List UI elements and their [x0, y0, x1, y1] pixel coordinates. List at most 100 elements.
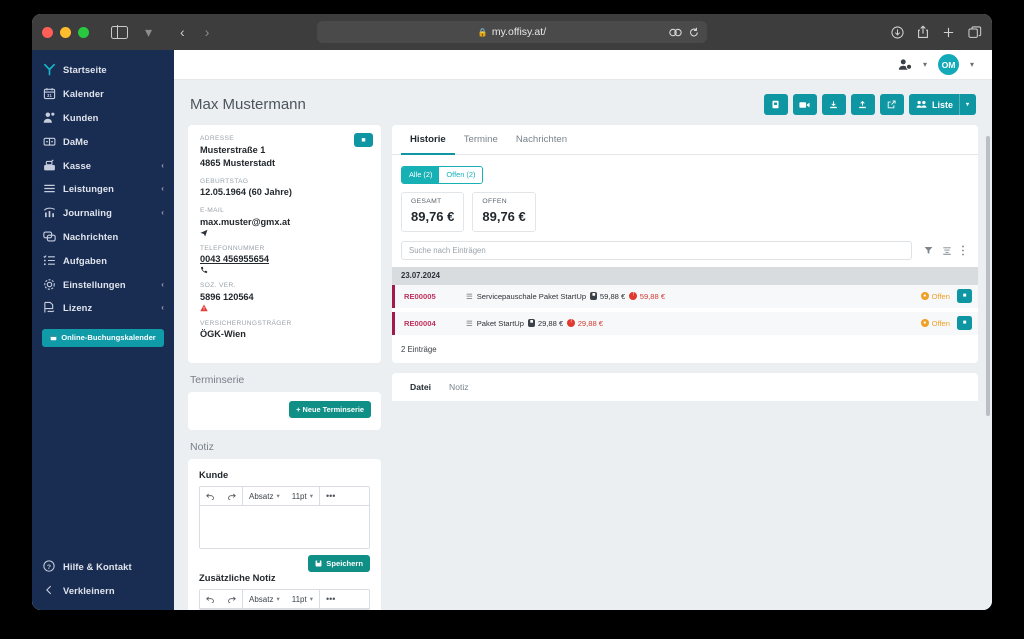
- chevron-expand-icon[interactable]: ‹: [161, 280, 164, 289]
- undo-icon: [206, 492, 215, 500]
- sidebar-item-einstellungen[interactable]: Einstellungen‹: [32, 272, 174, 296]
- row-dropdown-button[interactable]: ■: [957, 316, 972, 330]
- panel-tabs: HistorieTermineNachrichten: [392, 125, 978, 155]
- reader-view-icon[interactable]: [669, 27, 682, 38]
- tasks-icon: [43, 254, 60, 267]
- filter-icon[interactable]: [924, 246, 933, 255]
- sidebar-item-verkleinern[interactable]: Verkleinern: [32, 578, 174, 602]
- customer-menu-button[interactable]: ■: [354, 133, 373, 147]
- chevron-expand-icon[interactable]: ‹: [161, 303, 164, 312]
- liste-button[interactable]: Liste ▾: [909, 94, 976, 115]
- sidebar-toggle-icon[interactable]: [111, 26, 128, 39]
- sidebar-item-label: Kalender: [60, 88, 164, 99]
- amount-total-chip: ■29,88 €: [528, 319, 563, 328]
- undo-button[interactable]: [200, 590, 221, 609]
- home-y-icon: [43, 63, 60, 76]
- neue-terminserie-button[interactable]: + Neue Terminserie: [289, 401, 371, 418]
- row-dropdown-button[interactable]: ■: [957, 289, 972, 303]
- reload-icon[interactable]: [689, 27, 699, 38]
- sidebar-item-startseite[interactable]: Startseite: [32, 58, 174, 82]
- sidebar-item-lizenz[interactable]: Lizenz‹: [32, 296, 174, 320]
- avatar[interactable]: OM: [938, 54, 959, 75]
- plus-icon[interactable]: [942, 26, 955, 39]
- sidebar-item-dame[interactable]: DaMe: [32, 129, 174, 153]
- content-scrollbar[interactable]: [986, 136, 990, 416]
- paragraph-style-select[interactable]: Absatz ▾: [243, 492, 286, 501]
- video-button[interactable]: [793, 94, 817, 115]
- send-icon[interactable]: [200, 229, 369, 237]
- table-row[interactable]: RE00005☰Servicepauschale Paket StartUp■5…: [392, 285, 978, 308]
- card-icon: ■: [528, 319, 535, 327]
- chevron-left-icon: [43, 584, 60, 596]
- sidebar-item-leistungen[interactable]: Leistungen‹: [32, 177, 174, 201]
- phone-icon[interactable]: [200, 266, 369, 274]
- share-icon[interactable]: [917, 25, 929, 39]
- editor-more-button[interactable]: •••: [320, 487, 341, 506]
- lower-tab-notiz[interactable]: Notiz: [440, 373, 478, 401]
- kebab-icon[interactable]: [961, 245, 965, 256]
- tab-historie[interactable]: Historie: [401, 125, 455, 155]
- download-button[interactable]: [822, 94, 846, 115]
- download-icon[interactable]: [891, 26, 904, 39]
- chevron-expand-icon[interactable]: ‹: [161, 208, 164, 217]
- sidebar-item-aufgaben[interactable]: Aufgaben: [32, 248, 174, 272]
- paragraph-style-select[interactable]: Absatz ▾: [243, 595, 286, 604]
- upload-button[interactable]: [851, 94, 875, 115]
- editor-more-button[interactable]: •••: [320, 590, 341, 609]
- sidebar-item-hilfe-kontakt[interactable]: ? Hilfe & Kontakt: [32, 554, 174, 578]
- editor-toolbar: Absatz ▾ 11pt ▾ •••: [200, 590, 369, 609]
- lower-tab-datei[interactable]: Datei: [401, 373, 440, 401]
- sidebar-item-kasse[interactable]: Kasse‹: [32, 153, 174, 177]
- user-add-icon[interactable]: [898, 58, 912, 71]
- notiz-kunde-label: Kunde: [199, 469, 370, 480]
- search-input[interactable]: [401, 241, 912, 260]
- field-value[interactable]: 0043 456955654: [200, 253, 369, 274]
- list-lines-icon: ☰: [466, 292, 473, 301]
- back-button-icon[interactable]: ‹: [175, 23, 190, 41]
- sort-icon[interactable]: [942, 246, 952, 255]
- user-menu-chevron-icon[interactable]: ▾: [923, 60, 927, 69]
- notiz-kunde-textarea[interactable]: [200, 506, 369, 548]
- invoice-desc-text: Paket StartUp: [477, 319, 524, 328]
- sidebar-item-kalender[interactable]: 31Kalender: [32, 82, 174, 106]
- filter-alle[interactable]: Alle (2): [402, 167, 439, 183]
- online-booking-calendar-button[interactable]: Online-Buchungskalender: [42, 329, 164, 347]
- font-size-select[interactable]: 11pt ▾: [286, 492, 319, 501]
- invoice-description: ☰Servicepauschale Paket StartUp■59,88 €!…: [466, 292, 665, 301]
- maximize-window-button[interactable]: [78, 27, 89, 38]
- tab-termine[interactable]: Termine: [455, 125, 507, 155]
- download-icon: [829, 100, 838, 110]
- redo-icon: [227, 595, 236, 603]
- close-window-button[interactable]: [42, 27, 53, 38]
- font-size-select[interactable]: 11pt ▾: [286, 595, 319, 604]
- tab-overview-icon[interactable]: [968, 26, 982, 39]
- open-external-button[interactable]: [880, 94, 904, 115]
- redo-button[interactable]: [221, 487, 242, 506]
- table-row[interactable]: RE00004☰Paket StartUp■29,88 €!29,88 €●Of…: [392, 312, 978, 335]
- page-title: Max Mustermann: [190, 96, 306, 113]
- chevron-down-icon[interactable]: ▾: [966, 101, 969, 108]
- minimize-window-button[interactable]: [60, 27, 71, 38]
- sidebar-item-nachrichten[interactable]: Nachrichten: [32, 225, 174, 249]
- sidebar-chevron-down-icon[interactable]: ▾: [140, 23, 157, 41]
- field-label: ADRESSE: [200, 135, 369, 142]
- address-bar[interactable]: 🔒 my.offisy.at/: [317, 21, 707, 43]
- lower-panel-tabs: DateiNotiz: [392, 373, 978, 401]
- tab-nachrichten[interactable]: Nachrichten: [507, 125, 576, 155]
- save-notiz-button[interactable]: Speichern: [308, 555, 370, 572]
- chat-icon: [43, 230, 60, 243]
- history-panel: HistorieTermineNachrichten Alle (2)Offen…: [392, 125, 978, 363]
- print-button[interactable]: [764, 94, 788, 115]
- undo-button[interactable]: [200, 487, 221, 506]
- chevron-expand-icon[interactable]: ‹: [161, 161, 164, 170]
- account-menu-chevron-icon[interactable]: ▾: [970, 60, 974, 69]
- redo-button[interactable]: [221, 590, 242, 609]
- list-lines-icon: ☰: [466, 319, 473, 328]
- sidebar-item-journaling[interactable]: Journaling‹: [32, 201, 174, 225]
- filter-offen[interactable]: Offen (2): [439, 167, 482, 183]
- invoice-description: ☰Paket StartUp■29,88 €!29,88 €: [466, 319, 603, 328]
- sidebar-item-kunden[interactable]: Kunden: [32, 106, 174, 130]
- chevron-expand-icon[interactable]: ‹: [161, 184, 164, 193]
- inbox-icon: [43, 135, 60, 148]
- forward-button-icon[interactable]: ›: [200, 23, 215, 41]
